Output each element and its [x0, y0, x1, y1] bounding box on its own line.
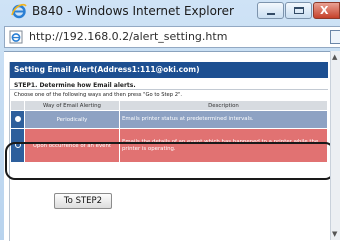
to-step2-button[interactable]: To STEP2	[54, 193, 112, 209]
column-header-way: Way of Email Alerting	[25, 101, 119, 110]
url-text: http://192.168.0.2/alert_setting.htm	[29, 30, 228, 43]
scroll-up-arrow-icon[interactable]: ▲	[332, 53, 337, 61]
alert-setting-panel: Setting Email Alert(Address1:111@oki.com…	[5, 62, 335, 241]
panel-header: Setting Email Alert(Address1:111@oki.com…	[10, 62, 328, 78]
instruction-text: Choose one of the following ways and the…	[14, 92, 183, 98]
close-button[interactable]: X	[313, 2, 340, 19]
maximize-button[interactable]	[285, 2, 312, 19]
compatibility-view-icon[interactable]	[330, 30, 340, 44]
radio-periodically[interactable]	[14, 115, 21, 122]
browser-window: B840 - Windows Internet Explorer X http:…	[0, 0, 340, 241]
radio-column-header	[11, 101, 24, 110]
column-header-description: Description	[120, 101, 327, 110]
title-bar: B840 - Windows Internet Explorer X	[0, 0, 340, 23]
ie-logo-icon	[11, 3, 27, 19]
window-title: B840 - Windows Internet Explorer	[32, 4, 234, 18]
scroll-down-arrow-icon[interactable]: ▼	[332, 230, 337, 238]
description-periodically: Emails printer status at predetermined i…	[120, 111, 327, 128]
close-icon: X	[320, 4, 329, 17]
divider	[10, 89, 328, 90]
minimize-icon	[267, 13, 275, 15]
step-title: STEP1. Determine how Email alerts.	[14, 82, 136, 89]
vertical-scrollbar[interactable]: ▲ ▼	[330, 51, 340, 240]
radio-cell[interactable]	[11, 111, 24, 128]
maximize-icon	[294, 7, 304, 14]
highlight-frame	[5, 142, 335, 180]
table-row: Periodically Emails printer status at pr…	[11, 111, 327, 128]
minimize-button[interactable]	[257, 2, 284, 19]
address-bar[interactable]: http://192.168.0.2/alert_setting.htm	[4, 26, 340, 48]
page-viewport: Setting Email Alert(Address1:111@oki.com…	[4, 51, 335, 241]
way-periodically: Periodically	[25, 111, 119, 128]
page-icon	[9, 30, 23, 44]
